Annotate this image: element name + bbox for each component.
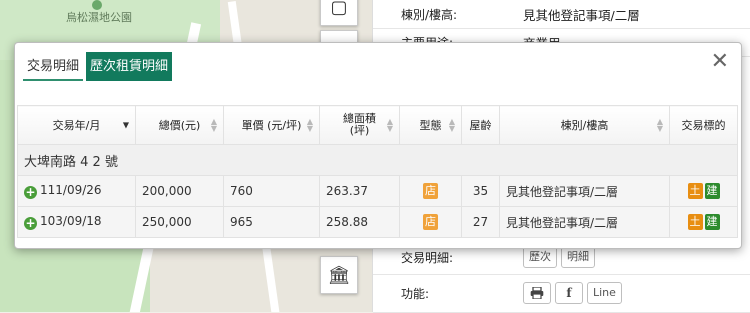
col-header-total[interactable]: 總價(元) ▲ ▼	[135, 105, 224, 145]
tab-rental-history[interactable]: 歷次租賃明細	[86, 52, 173, 81]
layers-icon: ▢	[330, 0, 348, 18]
line-button[interactable]: Line	[587, 282, 622, 304]
table-row[interactable]: +103/09/18 250,000 965 258.88 店 27 見其他登記…	[17, 206, 738, 238]
expand-plus-icon[interactable]: +	[24, 186, 37, 199]
cell-floor: 見其他登記事項/二層	[499, 175, 670, 207]
sort-icon: ▲ ▼	[448, 117, 455, 133]
table-header-row: 交易年/月 ▼ 總價(元) ▲ ▼ 單價 (元/坪) ▲ ▼ 總面積 (坪) ▲ ▼ 型態 ▲ ▼…	[17, 105, 738, 145]
transaction-modal: 交易明細 歷次租賃明細 ✕ 交易年/月 ▼ 總價(元) ▲ ▼ 單價 (元/坪) ▲ ▼ …	[14, 42, 742, 249]
expand-plus-icon[interactable]: +	[24, 217, 37, 230]
cell-date: +103/09/18	[17, 206, 136, 238]
tab-transaction-detail[interactable]: 交易明細	[23, 52, 84, 81]
info-label: 交易明細:	[401, 250, 454, 265]
cell-target: 土建	[669, 175, 738, 207]
info-row-function: 功能: f Line	[373, 274, 750, 313]
cell-age: 27	[461, 206, 500, 238]
info-row-floor: 棟別/樓高: 見其他登記事項/二層	[373, 0, 750, 29]
info-label: 功能:	[401, 286, 430, 301]
land-badge: 土	[687, 214, 703, 230]
info-value: 見其他登記事項/二層	[523, 7, 640, 23]
table-row[interactable]: +111/09/26 200,000 760 263.37 店 35 見其他登記…	[17, 175, 738, 207]
store-badge: 店	[423, 214, 438, 230]
col-header-area[interactable]: 總面積 (坪) ▲ ▼	[319, 105, 400, 145]
table-group-row: 大埤南路 4 2 號	[17, 144, 738, 176]
history-button[interactable]: 歷次	[523, 246, 557, 268]
cell-floor: 見其他登記事項/二層	[499, 206, 670, 238]
landmark-button[interactable]: 🏛	[320, 256, 358, 294]
cell-age: 35	[461, 175, 500, 207]
info-label: 棟別/樓高:	[401, 7, 458, 22]
cell-total: 250,000	[135, 206, 224, 238]
close-icon: ✕	[710, 49, 729, 74]
land-badge: 土	[687, 183, 703, 199]
landmark-icon: 🏛	[327, 264, 351, 286]
col-header-date[interactable]: 交易年/月 ▼	[17, 105, 136, 145]
building-badge: 建	[704, 183, 720, 199]
sort-icon: ▲ ▼	[656, 117, 663, 133]
col-header-floor[interactable]: 棟別/樓高 ▲ ▼	[499, 105, 670, 145]
address-group-label: 大埤南路 4 2 號	[17, 144, 738, 176]
print-button[interactable]	[523, 282, 551, 304]
close-button[interactable]: ✕	[711, 49, 729, 74]
cell-area: 258.88	[319, 206, 400, 238]
col-header-type[interactable]: 型態 ▲ ▼	[399, 105, 462, 145]
cell-unit-price: 965	[223, 206, 320, 238]
col-header-unit-price[interactable]: 單價 (元/坪) ▲ ▼	[223, 105, 320, 145]
map-place-label: 烏松濕地公園	[66, 11, 132, 24]
facebook-button[interactable]: f	[555, 282, 583, 304]
cell-date: +111/09/26	[17, 175, 136, 207]
building-badge: 建	[704, 214, 720, 230]
col-header-target[interactable]: 交易標的	[669, 105, 738, 145]
facebook-icon: f	[566, 286, 572, 300]
detail-button[interactable]: 明細	[561, 246, 595, 268]
layers-button[interactable]: ▢	[320, 0, 358, 26]
sort-desc-icon: ▼	[122, 120, 129, 130]
cell-type: 店	[399, 175, 462, 207]
transaction-table: 交易年/月 ▼ 總價(元) ▲ ▼ 單價 (元/坪) ▲ ▼ 總面積 (坪) ▲ ▼ 型態 ▲ ▼…	[17, 105, 738, 238]
cell-area: 263.37	[319, 175, 400, 207]
cell-target: 土建	[669, 206, 738, 238]
cell-type: 店	[399, 206, 462, 238]
sort-icon: ▲ ▼	[210, 117, 217, 133]
sort-icon: ▲ ▼	[386, 117, 393, 133]
modal-tabs: 交易明細 歷次租賃明細	[23, 52, 173, 81]
sort-icon: ▲ ▼	[306, 117, 313, 133]
store-badge: 店	[423, 183, 438, 199]
cell-total: 200,000	[135, 175, 224, 207]
print-icon	[530, 287, 544, 299]
cell-unit-price: 760	[223, 175, 320, 207]
col-header-age[interactable]: 屋齡	[461, 105, 500, 145]
